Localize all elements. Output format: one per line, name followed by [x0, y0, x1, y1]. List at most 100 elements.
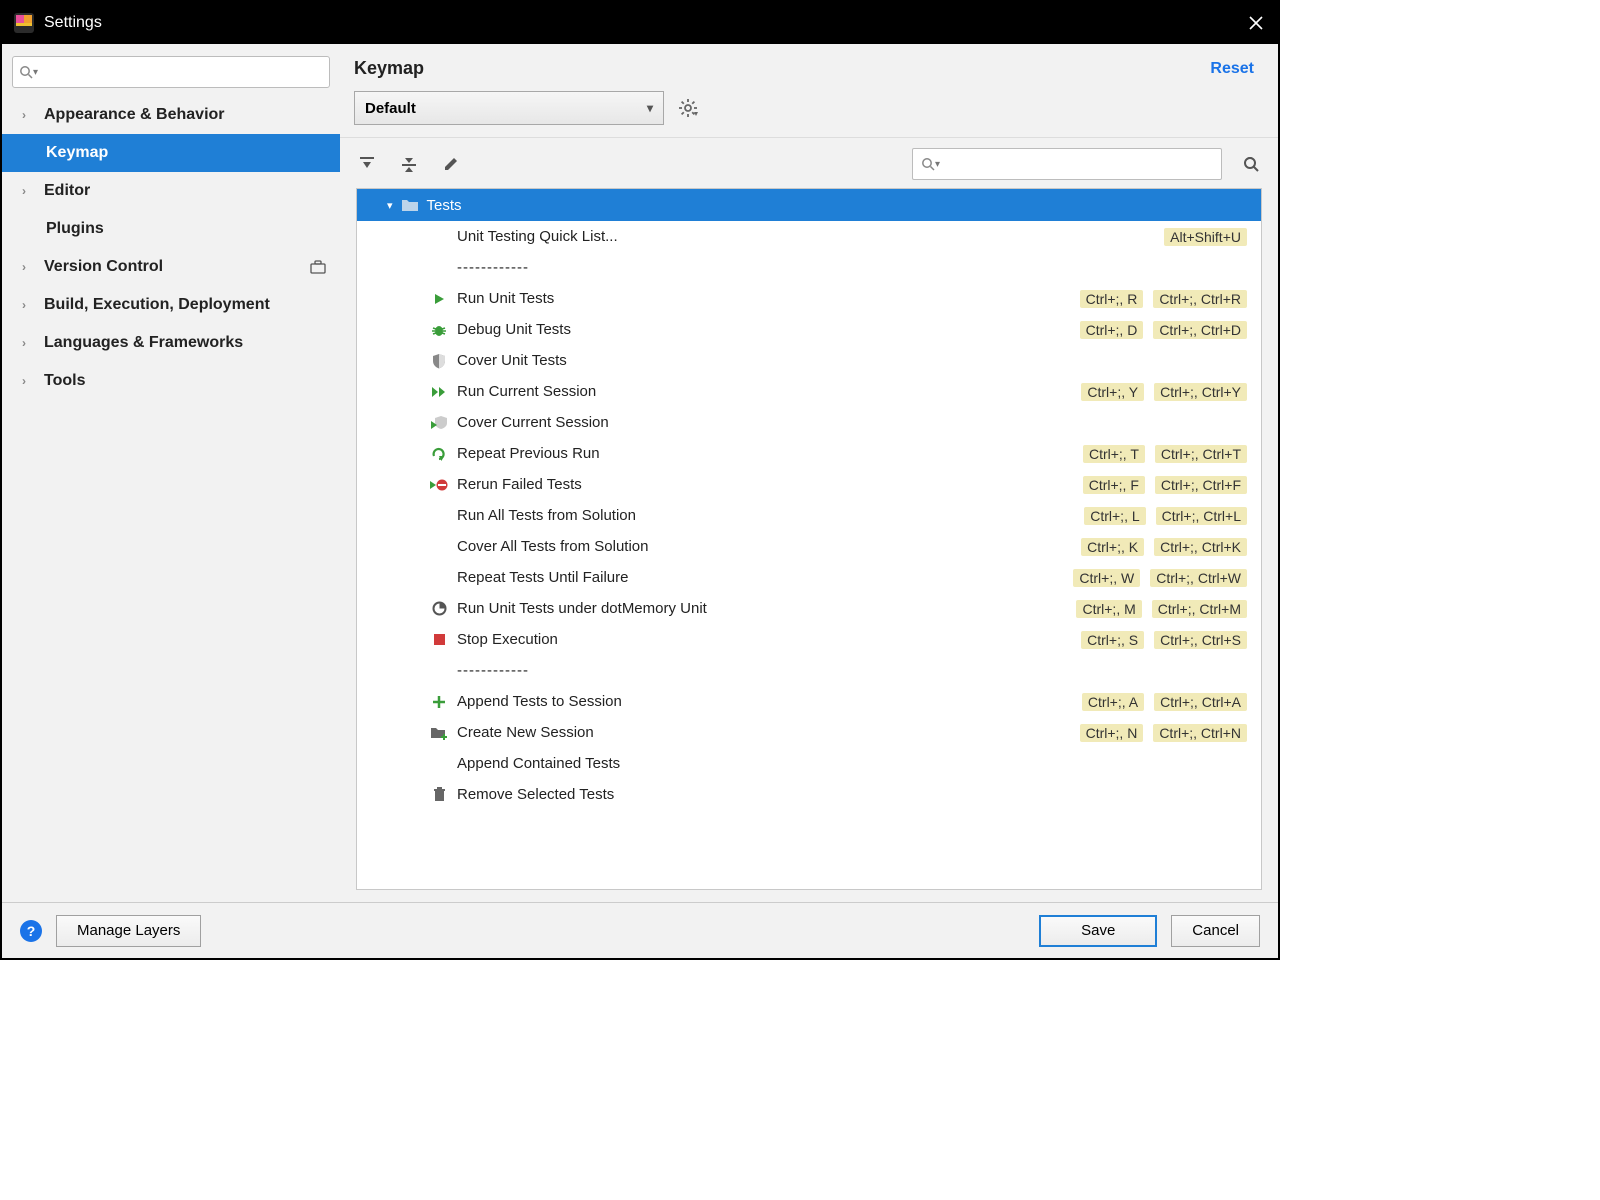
action-label: Run All Tests from Solution: [457, 507, 636, 524]
action-cover-current-session[interactable]: Cover Current Session: [357, 407, 1261, 438]
action-label: Run Unit Tests under dotMemory Unit: [457, 600, 707, 617]
shortcut-badge: Ctrl+;, Ctrl+A: [1154, 693, 1247, 711]
shortcut-group: Ctrl+;, WCtrl+;, Ctrl+W: [1073, 569, 1247, 587]
action-run-all-tests-from-solution[interactable]: Run All Tests from Solution Ctrl+;, LCtrl…: [357, 500, 1261, 531]
action-repeat-previous-run[interactable]: Repeat Previous RunCtrl+;, TCtrl+;, Ctrl…: [357, 438, 1261, 469]
action-label: Rerun Failed Tests: [457, 476, 582, 493]
shortcut-badge: Ctrl+;, Ctrl+K: [1154, 538, 1247, 556]
sidebar-item-label: Tools: [44, 372, 85, 390]
action-label: Append Tests to Session: [457, 693, 622, 710]
shortcut-group: Ctrl+;, LCtrl+;, Ctrl+L: [1084, 507, 1247, 525]
sidebar-item-editor[interactable]: ›Editor: [2, 172, 340, 210]
sidebar-item-appearance-behavior[interactable]: › Appearance & Behavior: [2, 96, 340, 134]
expand-all-button[interactable]: [354, 151, 380, 177]
window-title: Settings: [44, 14, 102, 32]
shortcut-badge: Ctrl+;, Ctrl+N: [1153, 724, 1247, 742]
action-label: Create New Session: [457, 724, 594, 741]
app-icon: [12, 11, 36, 35]
folder-plus-icon: [429, 726, 449, 740]
action-run-unit-tests[interactable]: Run Unit Tests Ctrl+;, RCtrl+;, Ctrl+R: [357, 283, 1261, 314]
sidebar-item-label: Version Control: [44, 258, 163, 276]
bug-green-icon: [429, 323, 449, 337]
action-run-current-session[interactable]: Run Current Session Ctrl+;, YCtrl+;, Ctrl…: [357, 376, 1261, 407]
shortcut-badge: Ctrl+;, F: [1083, 476, 1145, 494]
chevron-right-icon: ›: [22, 108, 38, 122]
action-cover-unit-tests[interactable]: Cover Unit Tests: [357, 345, 1261, 376]
shortcut-group: Ctrl+;, DCtrl+;, Ctrl+D: [1080, 321, 1247, 339]
action-stop-execution[interactable]: Stop Execution Ctrl+;, SCtrl+;, Ctrl+S: [357, 624, 1261, 655]
sidebar-search-input[interactable]: [38, 64, 323, 80]
action-rerun-failed-tests[interactable]: Rerun Failed Tests Ctrl+;, F Ctrl+;, Ctrl+…: [357, 469, 1261, 500]
sidebar-item-version-control[interactable]: › Version Control: [2, 248, 340, 286]
separator: ------------: [357, 655, 1261, 686]
sidebar-item-tools[interactable]: ›Tools: [2, 362, 340, 400]
action-label: Repeat Tests Until Failure: [457, 569, 628, 586]
stop-red-icon: [429, 633, 449, 646]
shortcut-group: Ctrl+;, RCtrl+;, Ctrl+R: [1080, 290, 1247, 308]
action-label: Repeat Previous Run: [457, 445, 600, 462]
find-by-shortcut-button[interactable]: [1238, 151, 1264, 177]
close-button[interactable]: [1244, 11, 1268, 35]
sidebar-item-label: Appearance & Behavior: [44, 106, 225, 124]
shortcut-group: Ctrl+;, MCtrl+;, Ctrl+M: [1076, 600, 1247, 618]
collapse-all-button[interactable]: [396, 151, 422, 177]
action-debug-unit-tests[interactable]: Debug Unit Tests Ctrl+;, DCtrl+;, Ctrl+D: [357, 314, 1261, 345]
action-unit-testing-quick-list[interactable]: Unit Testing Quick List...Alt+Shift+U: [357, 221, 1261, 252]
shortcut-badge: Ctrl+;, Y: [1081, 383, 1144, 401]
shortcut-group: Ctrl+;, YCtrl+;, Ctrl+Y: [1081, 383, 1247, 401]
sidebar-item-plugins[interactable]: Plugins: [2, 210, 340, 248]
action-create-new-session[interactable]: Create New Session Ctrl+;, N Ctrl+;, Ctrl+…: [357, 717, 1261, 748]
gear-icon[interactable]: [678, 98, 698, 118]
action-label: Cover All Tests from Solution: [457, 538, 648, 555]
action-label: Stop Execution: [457, 631, 558, 648]
actions-search-input[interactable]: [940, 156, 1213, 172]
action-cover-all-tests-from-solution[interactable]: Cover All Tests from SolutionCtrl+;, KCt…: [357, 531, 1261, 562]
shortcut-badge: Ctrl+;, Ctrl+F: [1155, 476, 1247, 494]
action-label: Debug Unit Tests: [457, 321, 571, 338]
pie-icon: [429, 601, 449, 616]
shortcut-badge: Ctrl+;, W: [1073, 569, 1140, 587]
action-label: Remove Selected Tests: [457, 786, 614, 803]
keymap-scheme-dropdown[interactable]: Default ▾: [354, 91, 664, 125]
action-repeat-tests-until-failure[interactable]: Repeat Tests Until Failure Ctrl+;, WCtrl+…: [357, 562, 1261, 593]
action-run-unit-tests-under-dotmemory-unit[interactable]: Run Unit Tests under dotMemory Unit Ctrl+…: [357, 593, 1261, 624]
chevron-right-icon: ›: [22, 184, 38, 198]
project-badge-icon: [310, 260, 326, 274]
shield-icon: [429, 353, 449, 369]
shortcut-group: Ctrl+;, A Ctrl+;, Ctrl+A: [1082, 693, 1247, 711]
shortcut-badge: Ctrl+;, A: [1082, 693, 1144, 711]
manage-layers-button[interactable]: Manage Layers: [56, 915, 201, 947]
sidebar: ▾ › Appearance & Behavior Keymap›EditorPlu…: [2, 44, 340, 902]
sidebar-item-build-execution-deployment[interactable]: ›Build, Execution, Deployment: [2, 286, 340, 324]
chevron-right-icon: ›: [22, 260, 38, 274]
shortcut-badge: Ctrl+;, M: [1076, 600, 1141, 618]
action-append-contained-tests[interactable]: Append Contained Tests: [357, 748, 1261, 779]
shortcut-badge: Alt+Shift+U: [1164, 228, 1247, 246]
save-button[interactable]: Save: [1039, 915, 1157, 947]
tree-group-label: Tests: [427, 197, 462, 214]
sidebar-item-label: Languages & Frameworks: [44, 334, 243, 352]
reset-link[interactable]: Reset: [1210, 60, 1254, 78]
action-remove-selected-tests[interactable]: Remove Selected Tests: [357, 779, 1261, 810]
settings-tree: › Appearance & Behavior Keymap›EditorPlugi…: [2, 96, 340, 902]
sidebar-item-keymap[interactable]: Keymap: [2, 134, 340, 172]
tree-group-tests[interactable]: ▾ Tests: [357, 189, 1261, 221]
play-green-icon: [429, 292, 449, 306]
separator: ------------: [357, 252, 1261, 283]
cancel-button[interactable]: Cancel: [1171, 915, 1260, 947]
shortcut-badge: Ctrl+;, N: [1080, 724, 1144, 742]
action-label: Cover Unit Tests: [457, 352, 567, 369]
action-label: Run Current Session: [457, 383, 596, 400]
search-icon: [19, 65, 33, 79]
folder-icon: [401, 198, 419, 212]
action-append-tests-to-session[interactable]: Append Tests to SessionCtrl+;, ACtrl+;, …: [357, 686, 1261, 717]
sidebar-search[interactable]: ▾: [12, 56, 330, 88]
actions-search[interactable]: ▾: [912, 148, 1222, 180]
shortcut-group: Ctrl+;, SCtrl+;, Ctrl+S: [1081, 631, 1247, 649]
sidebar-item-languages-frameworks[interactable]: › Languages & Frameworks: [2, 324, 340, 362]
action-label: Run Unit Tests: [457, 290, 554, 307]
chevron-right-icon: ›: [22, 298, 38, 312]
chevron-right-icon: ›: [22, 336, 38, 350]
edit-shortcut-button[interactable]: [438, 151, 464, 177]
help-button[interactable]: ?: [20, 920, 42, 942]
